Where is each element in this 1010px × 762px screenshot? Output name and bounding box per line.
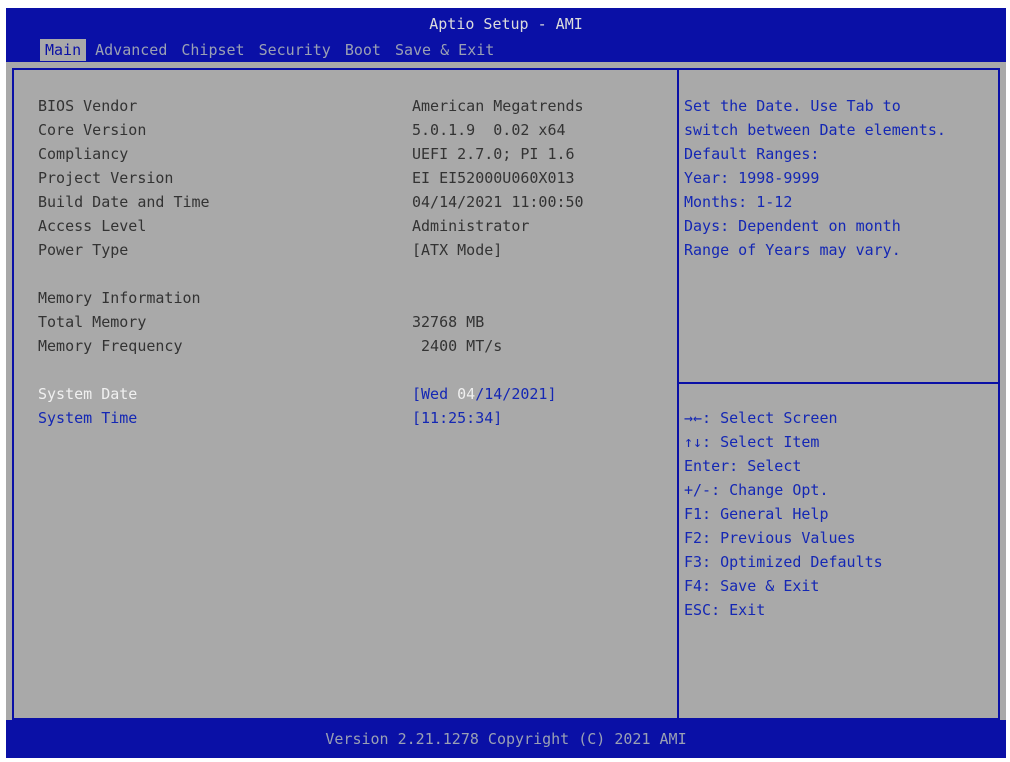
help-line: Year: 1998-9999 (684, 169, 820, 187)
help-line: Days: Dependent on month (684, 217, 901, 235)
key-hint: F1: General Help (684, 505, 829, 523)
footer-bar: Version 2.21.1278 Copyright (C) 2021 AMI (6, 720, 1006, 758)
bios-vendor-label: BIOS Vendor (38, 97, 138, 115)
vertical-divider (677, 70, 679, 718)
header-bar: Aptio Setup - AMI Main Advanced Chipset … (6, 8, 1006, 62)
app-title: Aptio Setup - AMI (429, 15, 583, 33)
help-line: Range of Years may vary. (684, 241, 901, 259)
access-level-label: Access Level (38, 217, 147, 235)
key-hint: F2: Previous Values (684, 529, 856, 547)
key-hint: →←: Select Screen (684, 409, 838, 427)
system-date-suffix: /14/2021] (475, 385, 557, 403)
bios-vendor-value: American Megatrends (412, 97, 584, 115)
power-type-label: Power Type (38, 241, 129, 259)
project-version-label: Project Version (38, 169, 174, 187)
compliancy-value: UEFI 2.7.0; PI 1.6 (412, 145, 575, 163)
version-text: Version 2.21.1278 Copyright (C) 2021 AMI (325, 730, 687, 748)
help-line: Set the Date. Use Tab to (684, 97, 901, 115)
system-date-selected-element[interactable]: 04 (457, 385, 475, 403)
system-date-label[interactable]: System Date (38, 382, 137, 406)
compliancy-label: Compliancy (38, 145, 129, 163)
total-memory-label: Total Memory (38, 313, 147, 331)
bios-screen: Aptio Setup - AMI Main Advanced Chipset … (6, 8, 1006, 758)
help-line: Months: 1-12 (684, 193, 793, 211)
tab-save-exit[interactable]: Save & Exit (390, 39, 499, 61)
power-type-value: [ATX Mode] (412, 241, 503, 259)
key-hint: ↑↓: Select Item (684, 433, 820, 451)
access-level-value: Administrator (412, 217, 530, 235)
build-date-value: 04/14/2021 11:00:50 (412, 193, 584, 211)
help-line: Default Ranges: (684, 145, 820, 163)
key-hint: +/-: Change Opt. (684, 481, 829, 499)
core-version-label: Core Version (38, 121, 147, 139)
key-hint: Enter: Select (684, 457, 802, 475)
tab-advanced[interactable]: Advanced (90, 39, 172, 61)
memory-frequency-value: 2400 MT/s (412, 337, 503, 355)
tab-main[interactable]: Main (40, 39, 87, 61)
memory-heading: Memory Information (38, 289, 201, 307)
core-version-value: 5.0.1.9 0.02 x64 (412, 121, 566, 139)
key-hint: F4: Save & Exit (684, 577, 820, 595)
system-date-field[interactable]: [Wed 04/14/2021] (412, 382, 557, 406)
tab-chipset[interactable]: Chipset (176, 39, 249, 61)
tab-boot[interactable]: Boot (340, 39, 386, 61)
memory-frequency-label: Memory Frequency (38, 337, 183, 355)
system-time-label[interactable]: System Time (38, 406, 137, 430)
project-version-value: EI EI52000U060X013 (412, 169, 575, 187)
key-hint: F3: Optimized Defaults (684, 553, 883, 571)
tab-security[interactable]: Security (254, 39, 336, 61)
build-date-label: Build Date and Time (38, 193, 210, 211)
main-panel: BIOS Vendor American Megatrends Core Ver… (12, 68, 1000, 720)
help-divider (679, 382, 998, 384)
total-memory-value: 32768 MB (412, 313, 485, 331)
help-line: switch between Date elements. (684, 121, 946, 139)
tab-bar: Main Advanced Chipset Security Boot Save… (40, 39, 503, 61)
key-hint: ESC: Exit (684, 601, 766, 619)
system-date-prefix: [Wed (412, 385, 458, 403)
system-time-field[interactable]: [11:25:34] (412, 406, 502, 430)
